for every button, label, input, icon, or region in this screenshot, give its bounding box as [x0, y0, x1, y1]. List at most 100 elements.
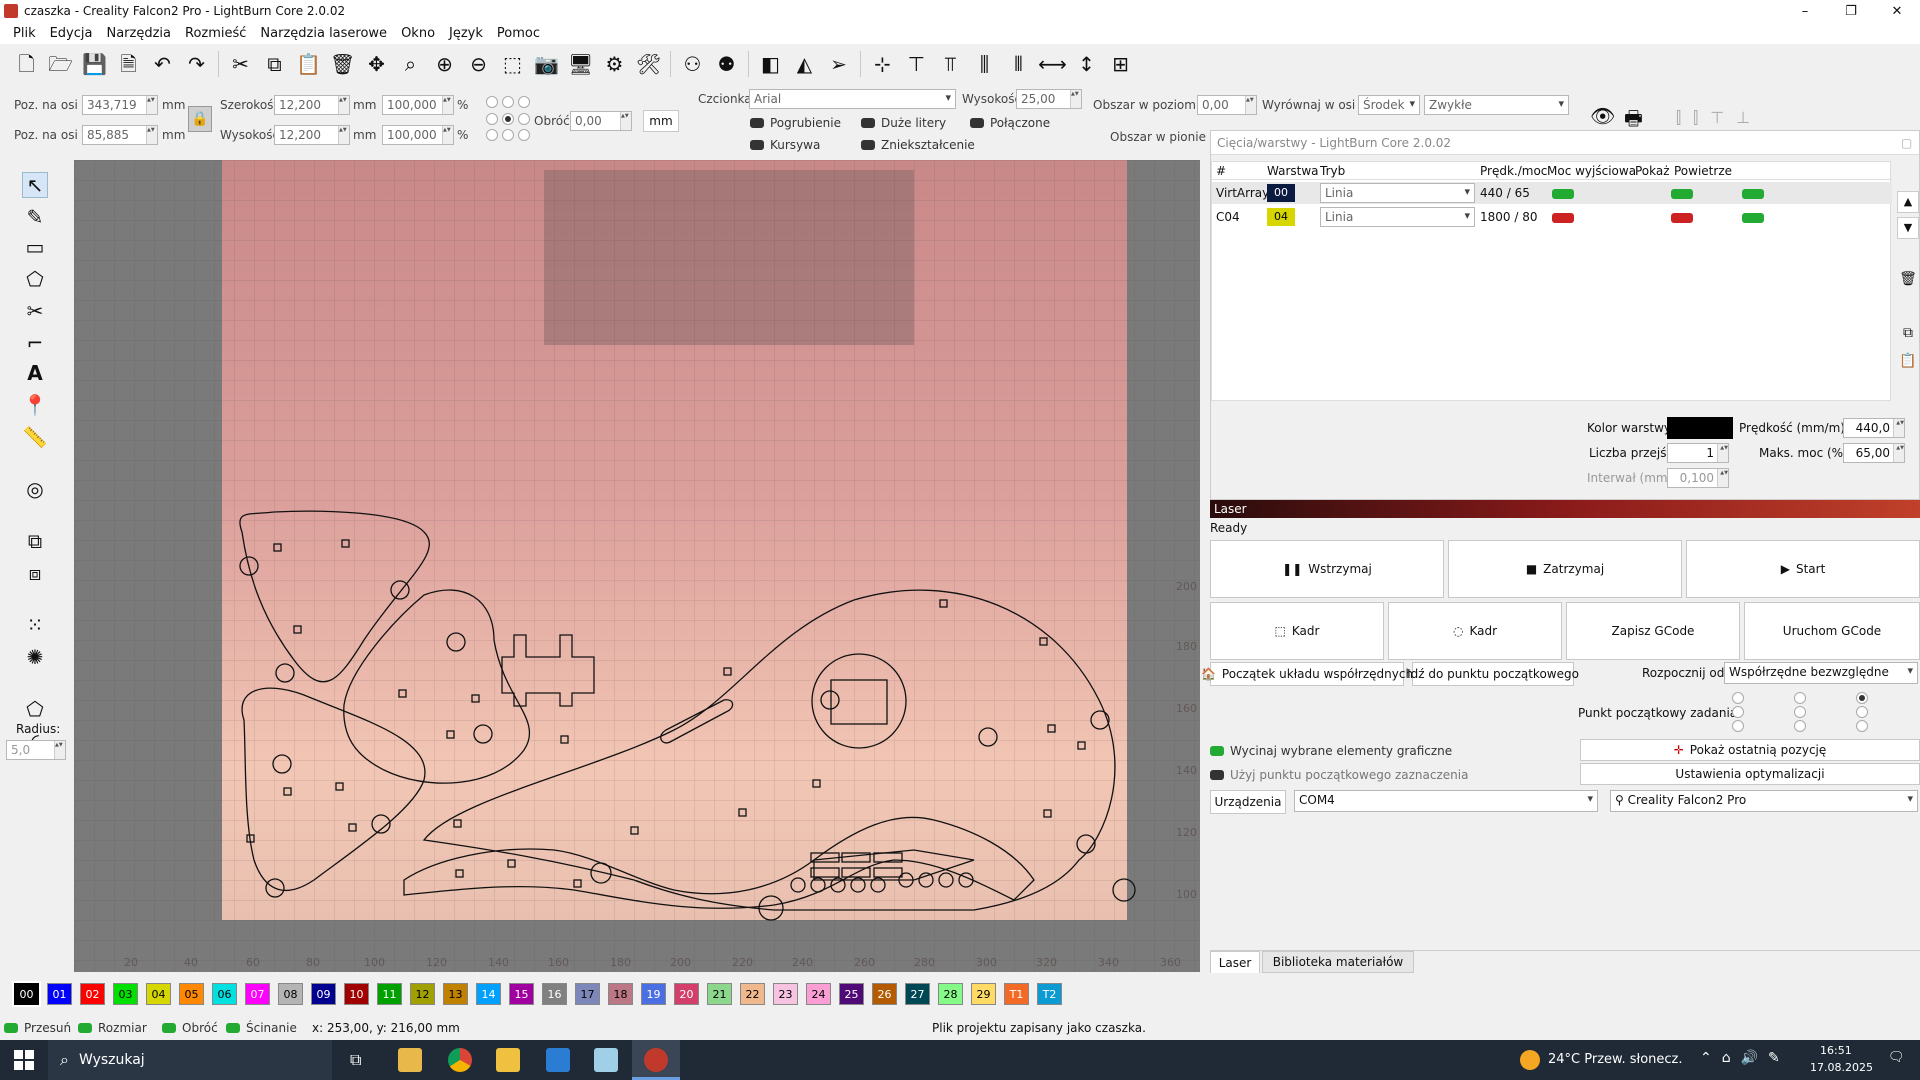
- output-toggle[interactable]: [1552, 189, 1574, 199]
- notepad-icon[interactable]: [594, 1048, 618, 1072]
- uppercase-toggle[interactable]: Duże litery: [861, 116, 946, 130]
- palette-swatch-03[interactable]: 03: [113, 983, 138, 1005]
- lines-tool-icon[interactable]: ⌐: [22, 330, 48, 356]
- job-origin-radio[interactable]: [1794, 692, 1806, 704]
- palette-swatch-11[interactable]: 11: [377, 983, 402, 1005]
- tools-icon[interactable]: 🛠: [636, 52, 661, 77]
- windows-start-icon[interactable]: [14, 1050, 34, 1070]
- cut-selected-toggle[interactable]: Wycinaj wybrane elementy graficzne: [1210, 744, 1452, 758]
- palette-swatch-05[interactable]: 05: [179, 983, 204, 1005]
- text-tool-icon[interactable]: A: [22, 360, 48, 386]
- job-origin-radio[interactable]: [1732, 720, 1744, 732]
- interval-input[interactable]: 0,100: [1667, 468, 1729, 488]
- align-top-icon[interactable]: ⊤: [904, 52, 929, 77]
- position-marker-icon[interactable]: 📍: [22, 392, 48, 418]
- rotate-shape-icon[interactable]: ⬠: [22, 696, 48, 722]
- palette-swatch-15[interactable]: 15: [509, 983, 534, 1005]
- menu-laser-tools[interactable]: Narzędzia laserowe: [260, 26, 387, 41]
- speed-input[interactable]: 440,0: [1843, 418, 1905, 438]
- device-select[interactable]: ⚲ Creality Falcon2 Pro: [1610, 790, 1918, 812]
- redo-icon[interactable]: ↷: [184, 52, 209, 77]
- delete-icon[interactable]: 🗑: [330, 52, 355, 77]
- pause-button[interactable]: ❚❚ Wstrzymaj: [1210, 540, 1444, 598]
- palette-swatch-21[interactable]: 21: [707, 983, 732, 1005]
- pan-icon[interactable]: ✥: [364, 52, 389, 77]
- minimize-button[interactable]: –: [1782, 0, 1828, 22]
- canvas-svg[interactable]: 20 40 60 80 100 120 140 160 180 200 220 240 26…: [74, 160, 1200, 972]
- copy-icon[interactable]: ⧉: [262, 52, 287, 77]
- zoom-selection-icon[interactable]: ⬚: [500, 52, 525, 77]
- zoom-in-icon[interactable]: ⊕: [432, 52, 457, 77]
- cuts-row[interactable]: C04 04 Linia 1800 / 80: [1212, 206, 1892, 228]
- settings-icon[interactable]: ⚙: [602, 52, 627, 77]
- move-to-origin-icon[interactable]: ⊞: [1108, 52, 1133, 77]
- height-input[interactable]: 12,200: [274, 125, 350, 145]
- distort-toggle[interactable]: Zniekształcenie: [861, 138, 975, 152]
- taskbar-search[interactable]: ⌕ Wyszukaj: [48, 1040, 332, 1080]
- start-button[interactable]: ▶ Start: [1686, 540, 1920, 598]
- file-explorer-icon[interactable]: [398, 1048, 422, 1072]
- rotate-toggle[interactable]: Obróć: [162, 1021, 218, 1035]
- palette-swatch-29[interactable]: 29: [971, 983, 996, 1005]
- air-toggle[interactable]: [1741, 213, 1764, 223]
- align-center-icon[interactable]: ⊹: [870, 52, 895, 77]
- italic-toggle[interactable]: Kursywa: [750, 138, 820, 152]
- radius-input[interactable]: 5,0: [6, 740, 66, 760]
- show-toggle[interactable]: [1670, 213, 1693, 223]
- size-toggle[interactable]: Rozmiar: [78, 1021, 147, 1035]
- paste-layer-icon[interactable]: 📋: [1897, 353, 1919, 375]
- align-middle-icon[interactable]: ⫪: [938, 52, 963, 77]
- menu-tools[interactable]: Narzędzia: [106, 26, 171, 41]
- ungroup-icon[interactable]: ⚉: [714, 52, 739, 77]
- palette-swatch-07[interactable]: 07: [245, 983, 270, 1005]
- scale-width-input[interactable]: 100,000: [382, 95, 454, 115]
- palette-swatch-28[interactable]: 28: [938, 983, 963, 1005]
- offset-shapes-icon[interactable]: ◎: [22, 476, 48, 502]
- close-button[interactable]: ✕: [1874, 0, 1920, 22]
- save-gcode-button[interactable]: Zapisz GCode: [1566, 602, 1740, 660]
- use-selection-origin-toggle[interactable]: Użyj punktu początkowego zaznaczenia: [1210, 768, 1468, 782]
- notifications-icon[interactable]: 🗨: [1888, 1050, 1906, 1068]
- send-to-laser-icon[interactable]: ➢: [826, 52, 851, 77]
- select-tool-icon[interactable]: ↖: [22, 172, 48, 198]
- polygon-tool-icon[interactable]: ⬠: [22, 266, 48, 292]
- palette-swatch-25[interactable]: 25: [839, 983, 864, 1005]
- move-layer-down-icon[interactable]: ▼: [1897, 217, 1919, 239]
- cut-shapes-icon[interactable]: ✂: [22, 298, 48, 324]
- save-as-icon[interactable]: 🗎: [116, 52, 141, 77]
- weather-text[interactable]: 24°C Przew. słonecz.: [1548, 1052, 1683, 1067]
- palette-swatch-17[interactable]: 17: [575, 983, 600, 1005]
- rotate-input[interactable]: 0,00: [570, 111, 632, 131]
- job-origin-radio[interactable]: [1794, 706, 1806, 718]
- boolean-subtract-icon[interactable]: ⧈: [22, 560, 48, 586]
- width-input[interactable]: 12,200: [274, 95, 350, 115]
- palette-swatch-06[interactable]: 06: [212, 983, 237, 1005]
- mirror-horizontal-icon[interactable]: ◧: [758, 52, 783, 77]
- mode-select[interactable]: Linia: [1320, 207, 1475, 227]
- save-icon[interactable]: 💾: [82, 52, 107, 77]
- welded-toggle[interactable]: Połączone: [970, 116, 1050, 130]
- show-toggle[interactable]: [1670, 189, 1693, 199]
- mirror-vertical-icon[interactable]: ◭: [792, 52, 817, 77]
- zoom-fit-icon[interactable]: ⌕: [398, 52, 423, 77]
- job-origin-radio[interactable]: [1732, 706, 1744, 718]
- bold-toggle[interactable]: Pogrubienie: [750, 116, 841, 130]
- stop-button[interactable]: ■ Zatrzymaj: [1448, 540, 1682, 598]
- frame-circle-button[interactable]: ◌ Kadr: [1388, 602, 1562, 660]
- h-spacing-input[interactable]: 0,00: [1197, 95, 1257, 115]
- palette-swatch-04[interactable]: 04: [146, 983, 171, 1005]
- devices-button[interactable]: Urządzenia: [1210, 790, 1286, 814]
- menu-file[interactable]: Plik: [13, 26, 36, 41]
- distribute-horizontal-icon[interactable]: ⫼: [972, 52, 997, 77]
- cuts-close-icon[interactable]: ▢: [1901, 136, 1912, 150]
- distribute-vertical-icon[interactable]: ⫴: [1006, 52, 1031, 77]
- menu-window[interactable]: Okno: [401, 26, 435, 41]
- cuts-row[interactable]: VirtArray 00 Linia 440 / 65: [1212, 182, 1892, 204]
- passes-input[interactable]: 1: [1667, 443, 1729, 463]
- goto-origin-button[interactable]: Idź do punktu początkowego: [1407, 662, 1579, 686]
- mode-select[interactable]: Linia: [1320, 183, 1475, 203]
- undo-icon[interactable]: ↶: [150, 52, 175, 77]
- edit-nodes-icon[interactable]: ✎: [22, 204, 48, 230]
- palette-swatch-t2[interactable]: T2: [1037, 983, 1062, 1005]
- palette-swatch-23[interactable]: 23: [773, 983, 798, 1005]
